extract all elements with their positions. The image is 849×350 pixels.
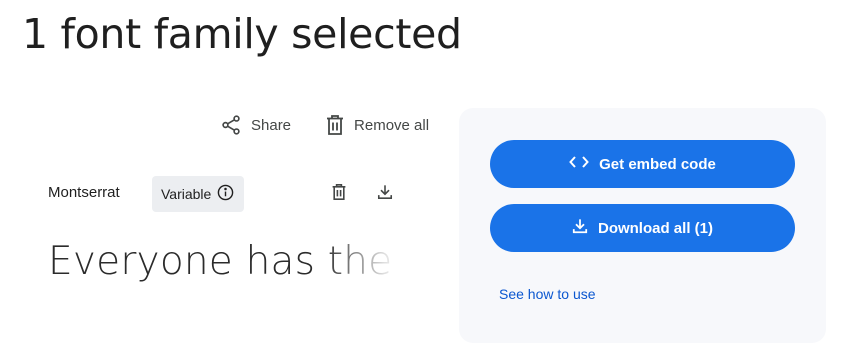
selection-toolbar: Share Remove all: [220, 114, 429, 136]
download-all-label: Download all (1): [597, 219, 713, 237]
get-embed-code-button[interactable]: Get embed code: [490, 140, 795, 188]
preview-text: Everyone has the r: [48, 239, 410, 284]
font-preview: Everyone has the r: [48, 236, 410, 292]
remove-all-button[interactable]: Remove all: [325, 114, 429, 136]
code-icon: [569, 155, 589, 173]
trash-icon: [331, 183, 347, 206]
download-all-button[interactable]: Download all (1): [490, 204, 795, 252]
trash-icon: [325, 114, 345, 136]
family-name: Montserrat: [48, 184, 120, 201]
remove-family-button[interactable]: [329, 183, 349, 206]
page: 1 font family selected Share Remove all …: [0, 0, 849, 350]
get-embed-code-label: Get embed code: [599, 155, 716, 173]
download-icon: [377, 184, 393, 205]
share-button[interactable]: Share: [220, 114, 291, 136]
download-family-button[interactable]: [375, 184, 395, 204]
embed-panel: Get embed code Download all (1) See how …: [459, 108, 826, 343]
variable-label: Variable: [161, 186, 212, 202]
share-label: Share: [251, 116, 292, 134]
remove-all-label: Remove all: [354, 116, 430, 134]
variable-chip[interactable]: Variable: [152, 176, 245, 212]
family-row: Montserrat Variable: [48, 176, 428, 212]
share-icon: [220, 114, 242, 136]
download-icon: [572, 218, 588, 238]
see-how-to-use-link[interactable]: See how to use: [499, 286, 596, 302]
page-title: 1 font family selected: [22, 10, 462, 58]
info-icon: [217, 184, 234, 204]
